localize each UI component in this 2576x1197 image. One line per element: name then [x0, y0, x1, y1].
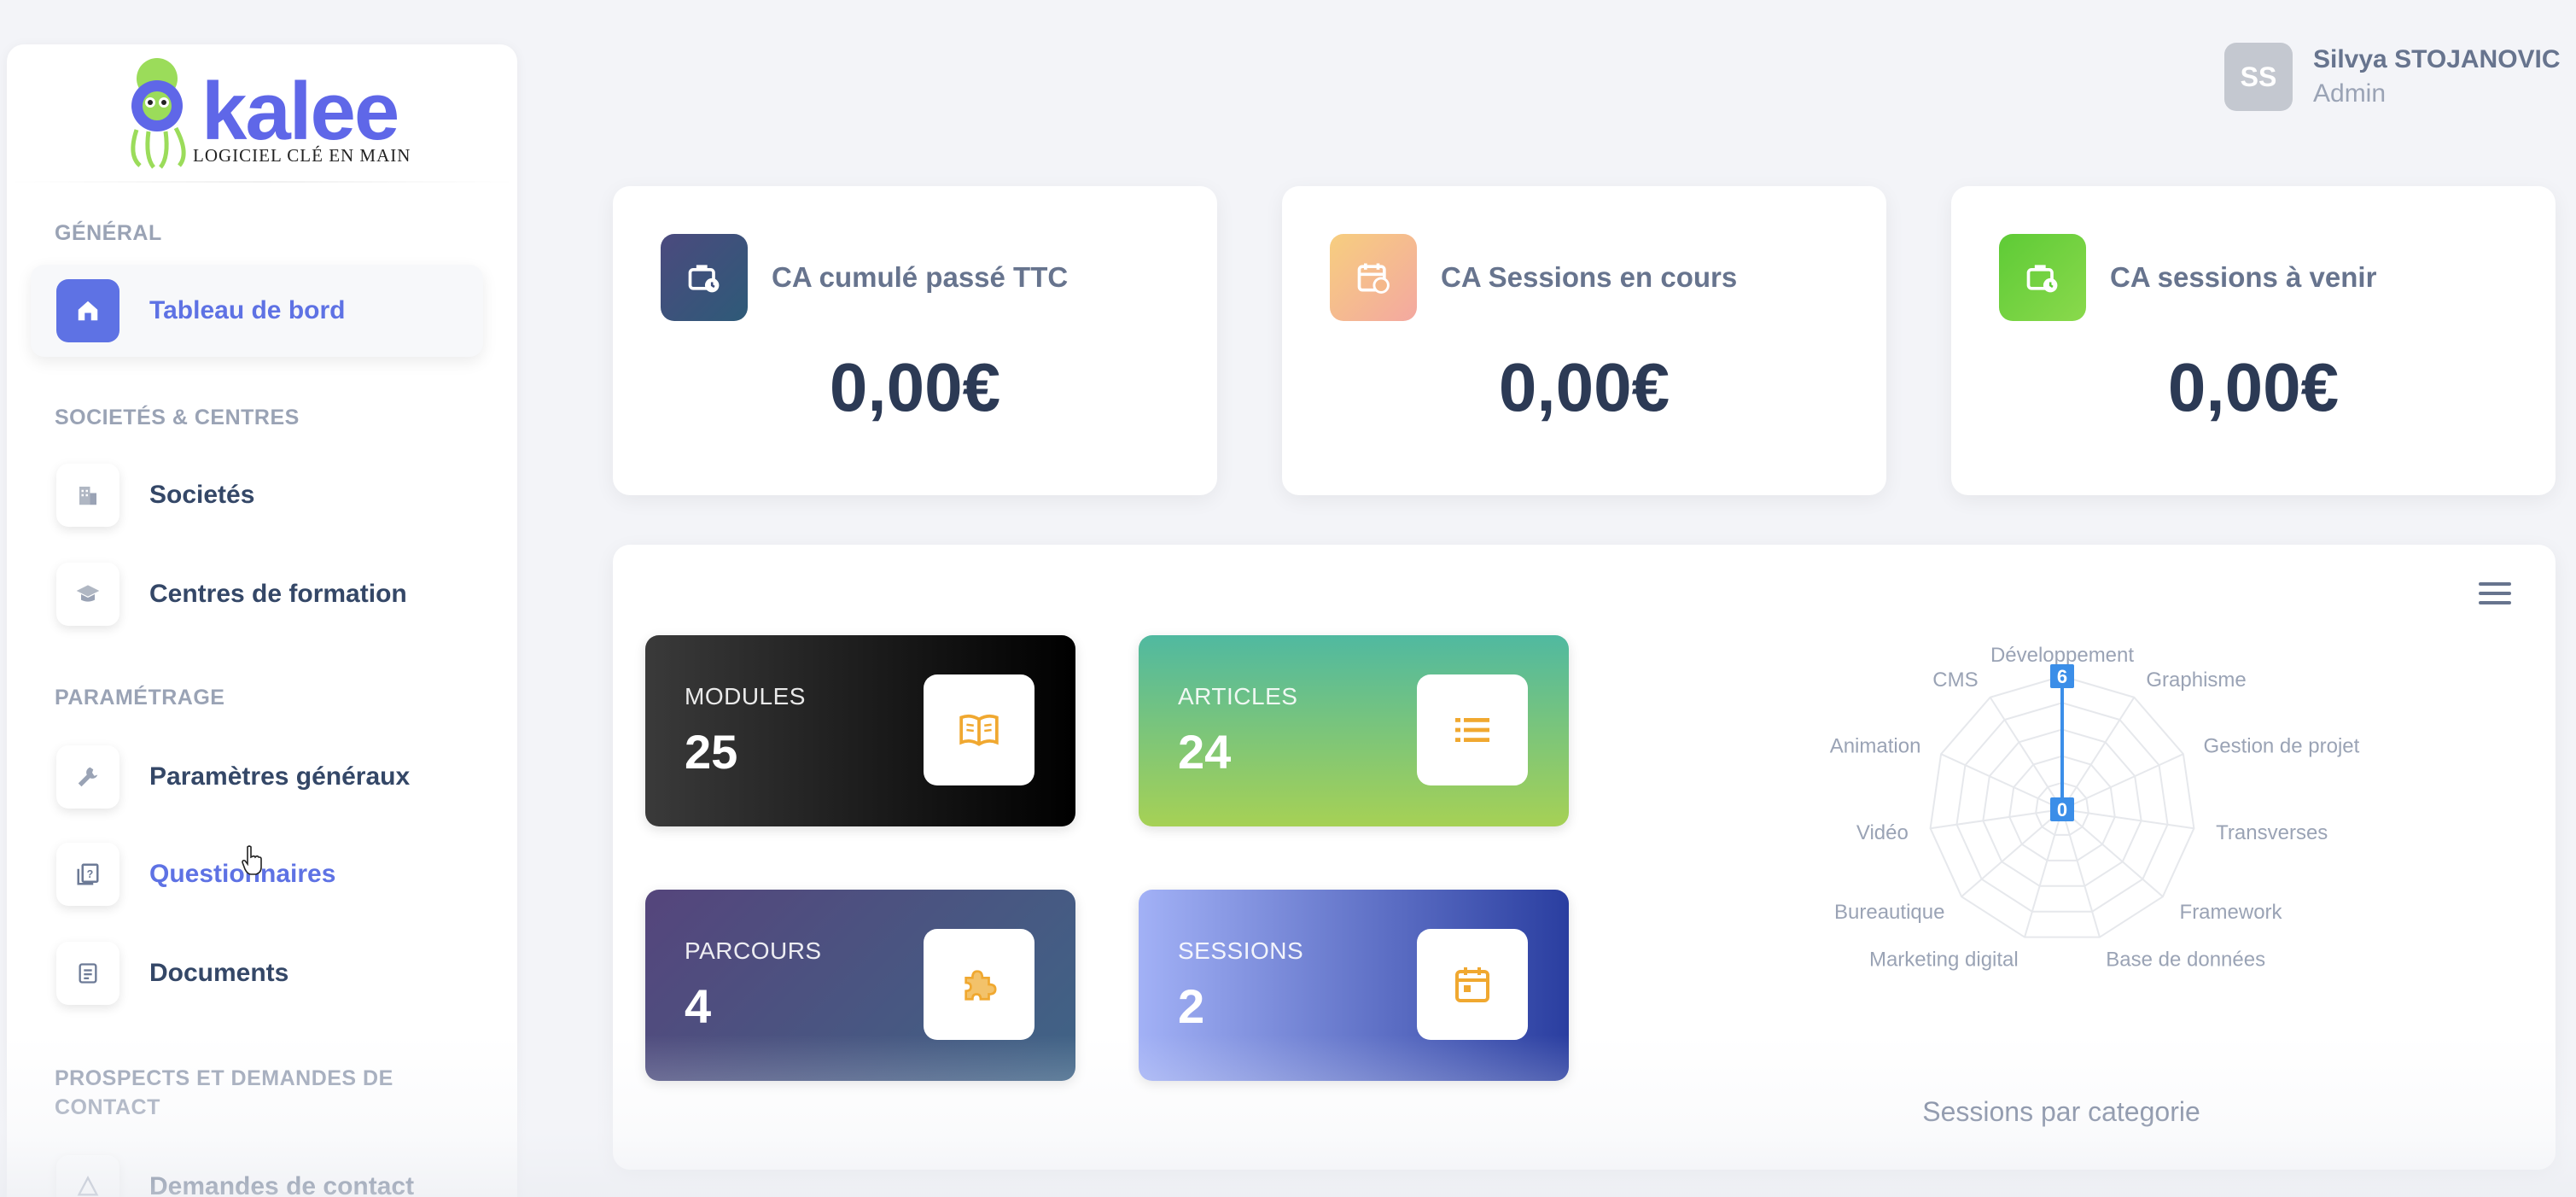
radar-category-label: Gestion de projet [2204, 734, 2360, 757]
sidebar-item-label: Demandes de contact [149, 1172, 415, 1197]
divider [7, 181, 517, 183]
tile-label: SESSIONS [1178, 937, 1304, 964]
stat-title: CA Sessions en cours [1441, 261, 1738, 293]
graduation-cap-icon [56, 563, 119, 626]
contact-icon [56, 1155, 119, 1197]
radar-category-label: Animation [1830, 734, 1921, 757]
stat-value: 0,00€ [2167, 349, 2340, 425]
user-menu[interactable]: SS Silvya STOJANOVIC Admin [2224, 41, 2561, 113]
tile-label: PARCOURS [685, 937, 822, 964]
sidebar-item-documents[interactable]: Documents [31, 927, 483, 1019]
user-name: Silvya STOJANOVIC [2313, 45, 2561, 73]
radar-category-label: Transverses [2216, 821, 2328, 844]
stat-value: 0,00€ [829, 349, 1001, 425]
sidebar-item-parametres-generaux[interactable]: Paramètres généraux [31, 731, 483, 823]
sidebar-item-centres-de-formation[interactable]: Centres de formation [31, 548, 483, 640]
section-prospects: PROSPECTS ET DEMANDES DE CONTACT [55, 1066, 393, 1119]
tile-value: 24 [1178, 725, 1232, 779]
radar-category-label: Marketing digital [1869, 949, 2019, 972]
calendar-icon [1417, 929, 1528, 1040]
sidebar-item-demandes-de-contact[interactable]: Demandes de contact [31, 1141, 483, 1197]
tile-label: MODULES [685, 683, 806, 709]
stat-value: 0,00€ [1498, 349, 1670, 425]
user-role: Admin [2313, 79, 2387, 108]
section-general: GÉNÉRAL [55, 221, 162, 245]
list-icon [1417, 674, 1528, 785]
stat-card-ca-cumule: CA cumulé passé TTC 0,00€ [613, 186, 1217, 495]
radar-data-label: 6 [2057, 666, 2067, 687]
sidebar-item-societes[interactable]: Societés [31, 449, 483, 541]
book-icon [924, 674, 1034, 785]
radar-category-label: Vidéo [1856, 821, 1909, 844]
radar-category-label: Base de données [2106, 949, 2265, 972]
tile-value: 2 [1178, 979, 1205, 1033]
radar-category-label: Développement [1990, 644, 2134, 667]
radar-category-label: Framework [2180, 901, 2283, 924]
sidebar-item-label: Societés [149, 481, 255, 509]
tile-parcours[interactable]: PARCOURS 4 [645, 890, 1075, 1081]
question-book-icon: ? [56, 843, 119, 906]
tile-value: 25 [685, 725, 738, 779]
wrench-icon [56, 745, 119, 809]
sidebar-item-label: Paramètres généraux [149, 762, 411, 791]
puzzle-icon [924, 929, 1034, 1040]
tile-value: 4 [685, 979, 712, 1033]
sidebar-item-label: Centres de formation [149, 580, 407, 608]
radar-chart: Développement Graphisme Gestion de projet T… [1830, 644, 2360, 972]
chart-menu-icon[interactable] [2479, 582, 2511, 608]
sidebar-item-label: Tableau de bord [149, 296, 346, 324]
tile-articles[interactable]: ARTICLES 24 [1139, 635, 1569, 826]
radar-category-label: Graphisme [2146, 669, 2246, 692]
section-parametrage: PARAMÉTRAGE [55, 686, 225, 709]
stat-title: CA cumulé passé TTC [772, 261, 1069, 293]
sidebar-item-label: Documents [149, 959, 289, 987]
section-societes-centres: SOCIETÉS & CENTRES [55, 406, 300, 429]
calendar-refresh-icon [1330, 234, 1417, 321]
avatar: SS [2224, 43, 2293, 111]
document-icon [56, 942, 119, 1005]
stat-card-ca-sessions-a-venir: CA sessions à venir 0,00€ [1951, 186, 2556, 495]
logo-tagline: LOGICIEL CLÉ EN MAIN [193, 145, 411, 166]
radar-category-label: CMS [1932, 669, 1978, 692]
chart-title: Sessions par categorie [1922, 1096, 2200, 1127]
briefcase-clock-icon [1999, 234, 2086, 321]
home-icon [56, 279, 119, 342]
stat-title: CA sessions à venir [2110, 261, 2377, 293]
radar-data-label: 0 [2057, 799, 2067, 820]
building-icon [56, 464, 119, 527]
radar-category-label: Bureautique [1834, 901, 1944, 924]
tile-label: ARTICLES [1178, 683, 1298, 709]
tile-modules[interactable]: MODULES 25 [645, 635, 1075, 826]
stat-card-ca-sessions-en-cours: CA Sessions en cours 0,00€ [1282, 186, 1886, 495]
briefcase-clock-icon [661, 234, 748, 321]
svg-text:?: ? [87, 868, 94, 880]
app-logo[interactable]: kalee LOGICIEL CLÉ EN MAIN [7, 44, 517, 181]
sidebar-item-tableau-de-bord[interactable]: Tableau de bord [31, 265, 483, 357]
mouse-cursor-icon [242, 845, 262, 875]
tile-sessions[interactable]: SESSIONS 2 [1139, 890, 1569, 1081]
